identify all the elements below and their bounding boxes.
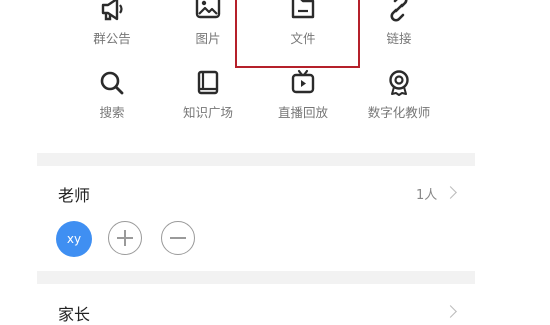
avatar[interactable]: xy — [56, 221, 92, 257]
grid-item-knowledge-square[interactable]: 知识广场 — [163, 68, 253, 121]
badge-icon — [389, 70, 409, 96]
remove-member-button[interactable] — [161, 221, 195, 255]
grid-item-label: 群公告 — [93, 31, 131, 46]
minus-icon — [170, 237, 186, 239]
grid-item-label: 直播回放 — [277, 105, 328, 120]
plus-icon-v — [124, 230, 126, 246]
section-divider — [37, 153, 475, 166]
image-icon — [195, 0, 221, 19]
megaphone-icon — [101, 0, 123, 21]
book-icon — [197, 70, 219, 95]
parents-title: 家长 — [58, 305, 91, 324]
section-divider — [37, 271, 475, 284]
link-icon — [390, 0, 408, 22]
grid-item-label: 搜索 — [99, 105, 125, 120]
tv-icon — [291, 69, 315, 94]
grid-item-digital-teacher[interactable]: 数字化教师 — [354, 68, 444, 121]
grid-item-label: 链接 — [386, 31, 412, 46]
teachers-section-row[interactable] — [37, 166, 475, 216]
grid-item-links[interactable]: 链接 — [354, 0, 444, 47]
search-icon — [100, 71, 124, 95]
add-member-button[interactable] — [108, 221, 142, 255]
grid-item-label: 知识广场 — [182, 105, 233, 120]
teachers-title: 老师 — [58, 186, 91, 205]
parents-section-row[interactable] — [37, 284, 475, 325]
grid-item-search[interactable]: 搜索 — [67, 68, 157, 121]
files-highlight-box — [235, 0, 360, 68]
grid-item-label: 数字化教师 — [367, 105, 431, 120]
grid-item-live-replay[interactable]: 直播回放 — [258, 68, 348, 121]
teachers-count: 1人 — [416, 188, 438, 203]
grid-item-announcement[interactable]: 群公告 — [67, 0, 157, 47]
